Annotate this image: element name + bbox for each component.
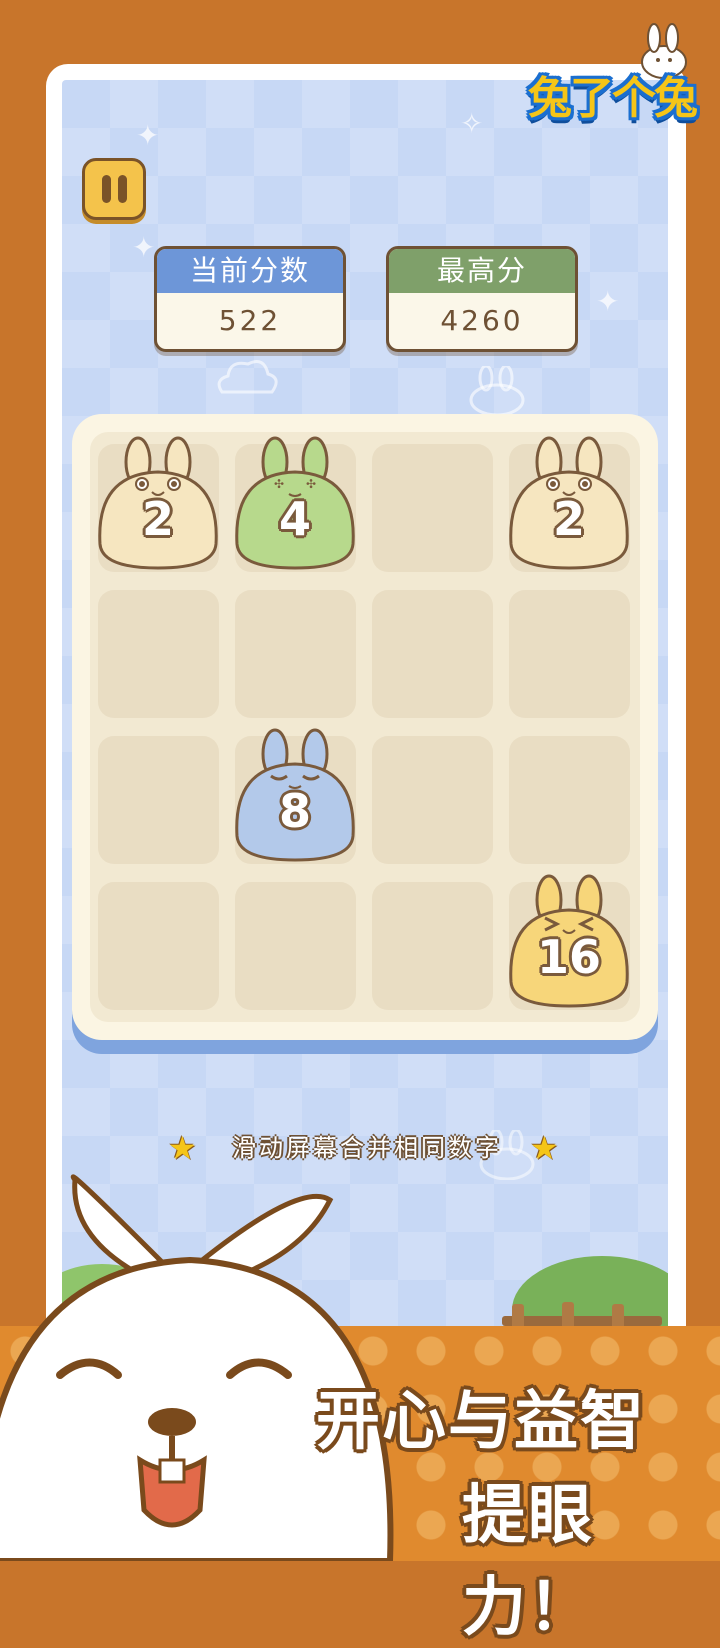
board-cell <box>235 590 356 718</box>
sparkle-icon: ✦ <box>136 119 160 152</box>
board-cell <box>509 736 630 864</box>
game-board[interactable]: 2 ✣ ✣ 4 2 8 16 <box>72 414 658 1040</box>
tile-value: 8 <box>278 784 311 838</box>
promo-line-1: 开心与益智 <box>316 1385 646 1459</box>
tile-value: 16 <box>536 930 601 984</box>
bunny-tile: ✣ ✣ 4 <box>231 434 359 572</box>
bunny-tile: 8 <box>231 726 359 864</box>
bunny-tile: 2 <box>505 434 633 572</box>
board-cell <box>372 736 493 864</box>
sparkle-icon: ✦ <box>132 231 156 264</box>
svg-text:✣: ✣ <box>274 477 284 491</box>
pause-icon-bar <box>118 175 127 203</box>
current-score-label: 当前分数 <box>157 249 343 293</box>
pause-button[interactable] <box>82 158 146 220</box>
tile-value: 2 <box>552 492 585 546</box>
logo-text: 兔了个兔 <box>528 73 698 124</box>
board-cell <box>98 590 219 718</box>
best-score-label: 最高分 <box>389 249 575 293</box>
bunny-tile: 2 <box>94 434 222 572</box>
board-cell <box>98 882 219 1010</box>
bunny-tile: 16 <box>505 872 633 1010</box>
board-cell <box>372 882 493 1010</box>
tile-value: 2 <box>141 492 174 546</box>
star-icon: ★ <box>530 1129 559 1167</box>
pause-icon-bar <box>102 175 111 203</box>
best-score-value: 4260 <box>440 304 524 337</box>
tile-value: 4 <box>278 492 311 546</box>
board-cell <box>509 590 630 718</box>
mascot-bunny-illustration <box>0 1174 394 1561</box>
current-score-panel: 当前分数 522 <box>154 246 346 352</box>
board-grid: 2 ✣ ✣ 4 2 8 16 <box>90 432 640 1022</box>
board-cell <box>235 882 356 1010</box>
promo-line-2: 提眼力！ <box>462 1479 594 1645</box>
svg-text:✣: ✣ <box>306 477 316 491</box>
sparkle-icon: ✧ <box>460 107 484 140</box>
board-cell <box>372 590 493 718</box>
current-score-value: 522 <box>218 304 282 337</box>
background-bunny-icon <box>469 366 525 416</box>
board-cell <box>98 736 219 864</box>
board-cell <box>372 444 493 572</box>
sparkle-icon: ✦ <box>596 285 620 318</box>
best-score-panel: 最高分 4260 <box>386 246 578 352</box>
background-cloud-icon <box>217 360 278 394</box>
app-logo: 兔了个兔 <box>520 22 710 142</box>
